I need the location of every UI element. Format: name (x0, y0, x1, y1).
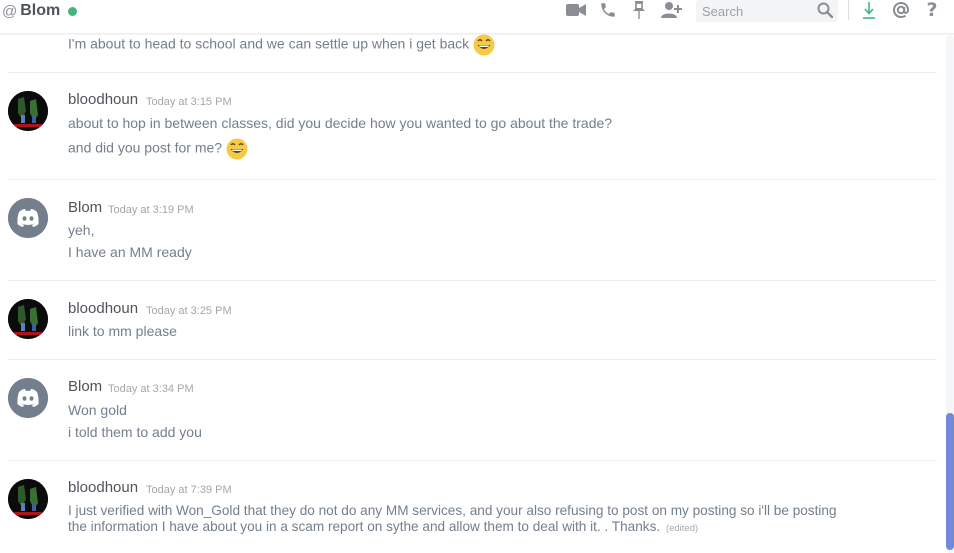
username[interactable]: bloodhoun (68, 300, 138, 317)
online-status-icon (68, 6, 78, 16)
search-icon[interactable] (817, 2, 834, 23)
message-line: I'm about to head to school and we can s… (68, 34, 495, 56)
avatar[interactable] (8, 378, 48, 418)
scrollbar-thumb[interactable] (946, 413, 954, 550)
message-line: i told them to add you (68, 424, 202, 440)
message-text: the information I have about you in a sc… (68, 519, 661, 534)
timestamp: Today at 3:25 PM (146, 305, 232, 317)
timestamp: Today at 3:34 PM (108, 383, 194, 395)
avatar[interactable] (8, 299, 48, 339)
message-list: I'm about to head to school and we can s… (0, 34, 940, 553)
username[interactable]: Blom (68, 199, 102, 216)
avatar[interactable] (8, 91, 48, 131)
search-input[interactable] (696, 0, 814, 22)
help-icon[interactable]: ? (924, 0, 940, 21)
message-line: I have an MM ready (68, 244, 192, 260)
header-divider (848, 0, 849, 20)
timestamp: Today at 3:19 PM (108, 204, 194, 216)
grinning-emoji-icon (226, 138, 248, 160)
pin-icon[interactable] (630, 0, 648, 20)
timestamp: Today at 3:15 PM (146, 96, 232, 108)
message-group: bloodhoun Today at 3:15 PM about to hop … (8, 72, 937, 179)
download-icon[interactable] (860, 0, 878, 20)
username[interactable]: bloodhoun (68, 479, 138, 496)
avatar[interactable] (8, 479, 48, 519)
message-text: I'm about to head to school and we can s… (68, 35, 470, 52)
message-group: I'm about to head to school and we can s… (8, 34, 937, 72)
message-line: Won gold (68, 402, 127, 418)
search-box[interactable] (696, 0, 838, 22)
timestamp: Today at 7:39 PM (146, 484, 232, 496)
add-member-icon[interactable] (660, 0, 684, 20)
message-line: I just verified with Won_Gold that they … (68, 503, 837, 518)
message-line: the information I have about you in a sc… (68, 519, 698, 534)
at-symbol: @ (2, 2, 18, 20)
message-text: and did you post for me? (68, 139, 223, 156)
mention-icon[interactable] (891, 0, 911, 20)
message-line: yeh, (68, 222, 95, 238)
username[interactable]: Blom (68, 378, 102, 395)
message-line: and did you post for me? (68, 138, 248, 160)
grinning-emoji-icon (473, 34, 495, 56)
username[interactable]: bloodhoun (68, 91, 138, 108)
message-group: bloodhoun Today at 7:39 PM I just verifi… (8, 460, 937, 553)
channel-header: @ Blom ? (0, 0, 954, 34)
message-group: bloodhoun Today at 3:25 PM link to mm pl… (8, 280, 937, 359)
message-line: link to mm please (68, 323, 177, 339)
edited-label: (edited) (665, 523, 699, 534)
message-group: Blom Today at 3:19 PM yeh, I have an MM … (8, 179, 937, 280)
message-group: Blom Today at 3:34 PM Won gold i told th… (8, 359, 937, 460)
phone-icon[interactable] (598, 0, 618, 20)
message-line: about to hop in between classes, did you… (68, 115, 613, 131)
video-camera-icon[interactable] (566, 0, 586, 20)
channel-name[interactable]: Blom (20, 2, 60, 20)
channel-title: @ Blom (2, 0, 78, 22)
avatar[interactable] (8, 198, 48, 238)
